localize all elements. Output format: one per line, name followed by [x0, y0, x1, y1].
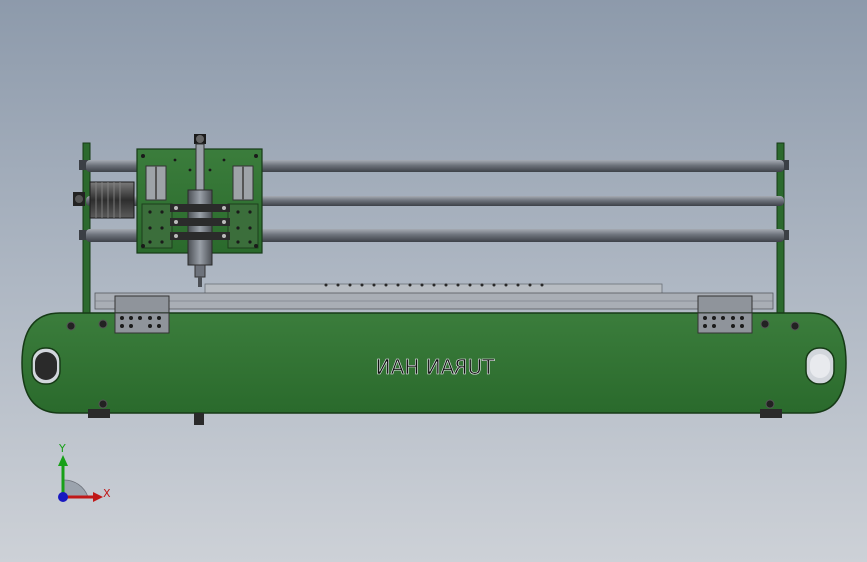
x-stepper-motor: [73, 181, 135, 219]
z-axis-point: [58, 492, 68, 502]
triad-x-label: X: [103, 487, 111, 500]
z-motor-coupler: [194, 134, 206, 193]
coordinate-triad[interactable]: [58, 455, 103, 502]
triad-y-label: Y: [59, 442, 66, 455]
cad-viewport[interactable]: TURAN HAN Y X: [0, 0, 867, 562]
spindle: [170, 189, 230, 287]
work-bed: [94, 283, 774, 310]
cnc-machine-model[interactable]: TURAN HAN: [0, 0, 867, 562]
engraving-text: TURAN HAN: [376, 355, 496, 379]
